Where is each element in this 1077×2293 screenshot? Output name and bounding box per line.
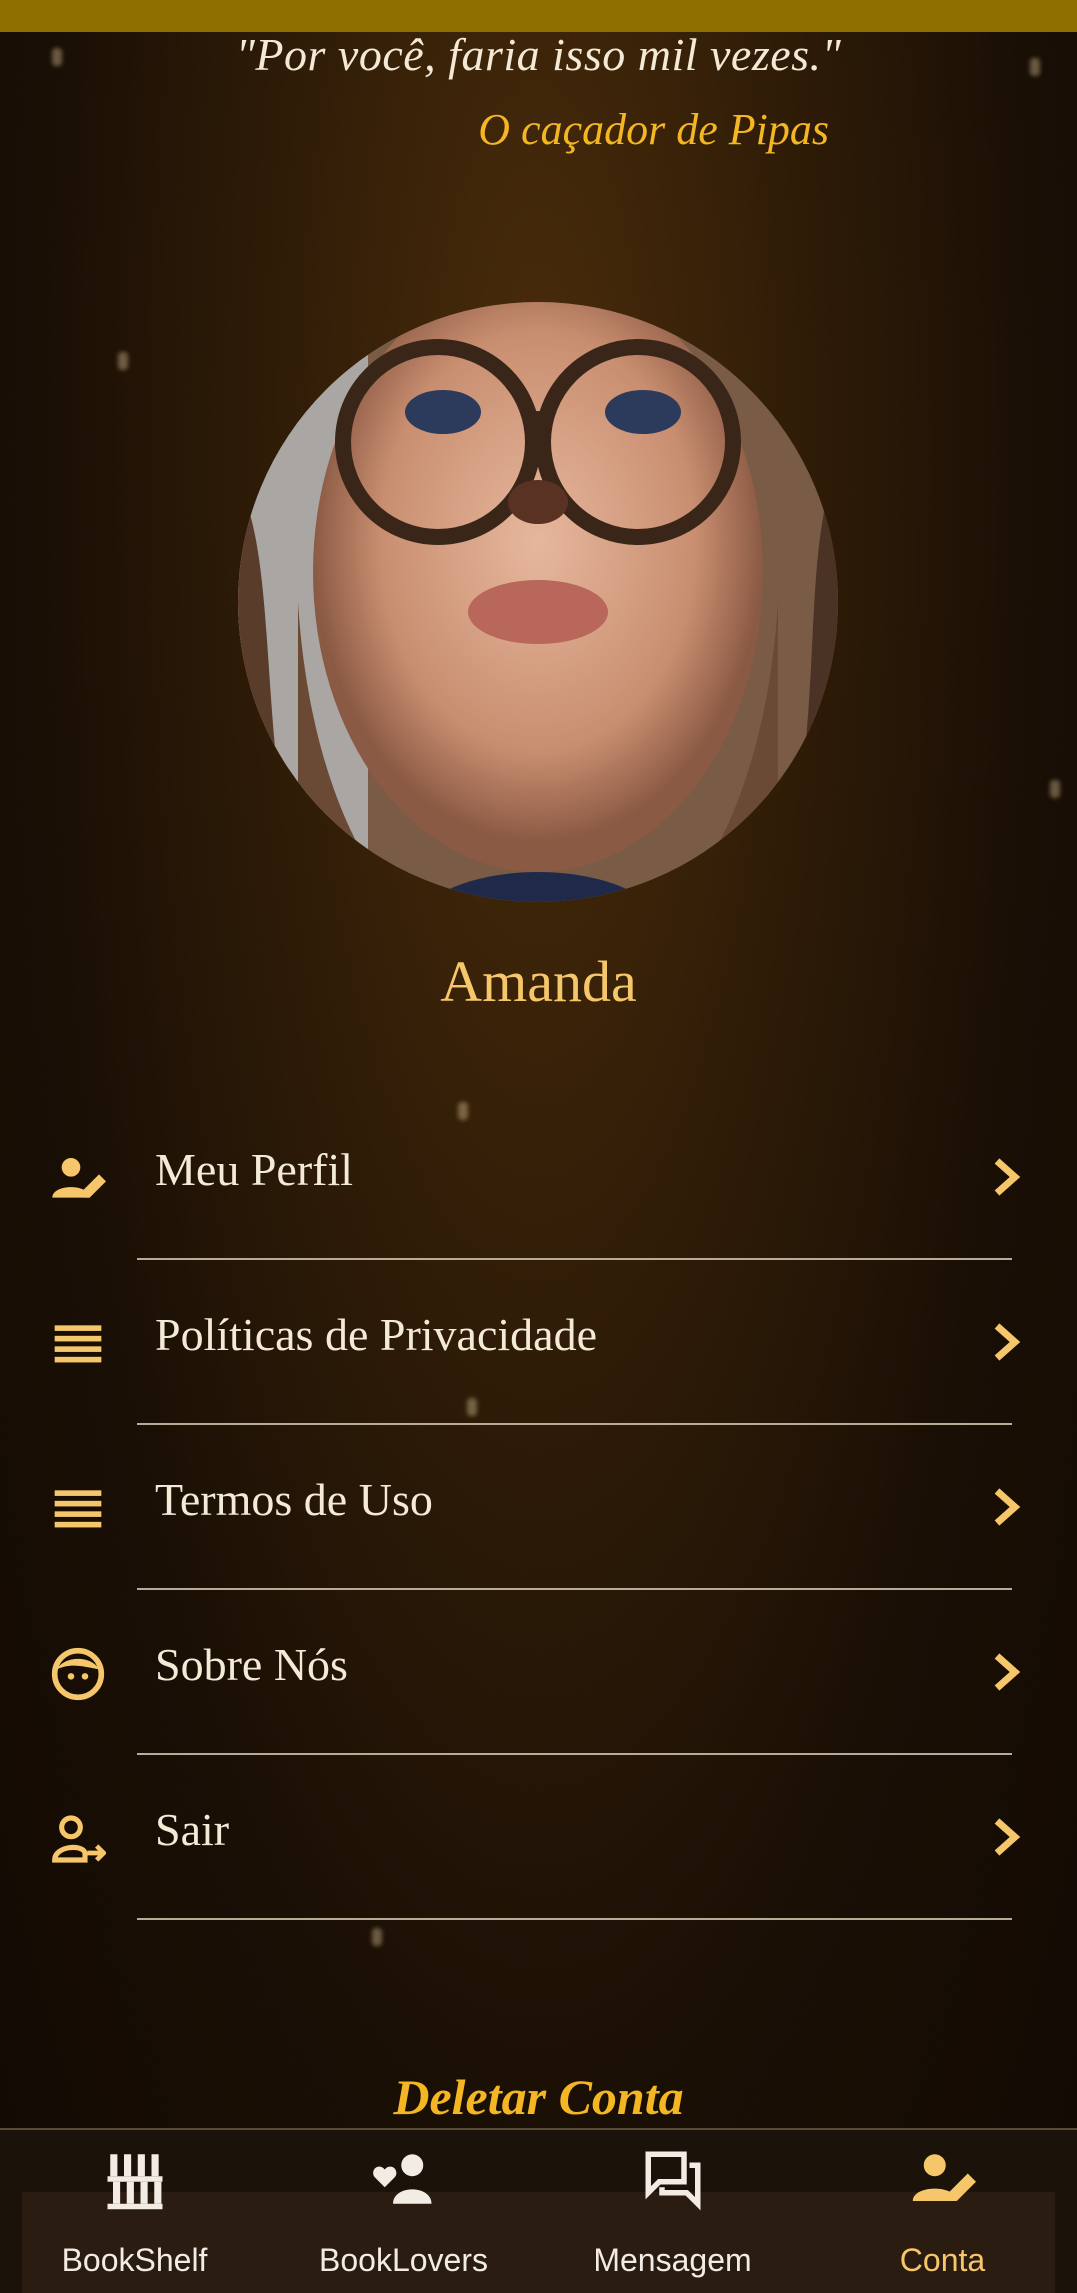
nav-label: Mensagem bbox=[593, 2242, 752, 2278]
menu-item-label: Sobre Nós bbox=[155, 1639, 348, 1690]
divider bbox=[137, 1918, 1012, 1920]
user-name: Amanda bbox=[440, 949, 637, 1014]
menu-item-sair[interactable]: Sair bbox=[0, 1755, 1077, 1920]
menu-item-meu-perfil[interactable]: Meu Perfil bbox=[0, 1095, 1077, 1260]
chevron-right-icon bbox=[989, 1817, 1025, 1857]
person-logout-icon bbox=[50, 1811, 106, 1867]
profile-photo bbox=[238, 302, 838, 902]
bottom-navigation: BookShelf BookLovers Mensagem Conta bbox=[0, 2128, 1077, 2293]
background-sparkle bbox=[1050, 780, 1060, 798]
person-edit-icon bbox=[908, 2146, 978, 2212]
lines-icon bbox=[50, 1481, 106, 1537]
quote-text: "Por você, faria isso mil vezes." bbox=[235, 29, 842, 80]
nav-label: BookShelf bbox=[61, 2242, 208, 2278]
chevron-right-icon bbox=[989, 1322, 1025, 1362]
menu-item-label: Sair bbox=[155, 1804, 230, 1855]
menu-item-label: Políticas de Privacidade bbox=[155, 1309, 597, 1360]
quote-author: O caçador de Pipas bbox=[478, 105, 829, 154]
menu-item-label: Termos de Uso bbox=[155, 1474, 433, 1525]
bookshelf-icon bbox=[100, 2146, 170, 2212]
menu-item-label: Meu Perfil bbox=[155, 1144, 354, 1195]
delete-account-button[interactable]: Deletar Conta bbox=[0, 2068, 1077, 2126]
chevron-right-icon bbox=[989, 1157, 1025, 1197]
menu-item-sobre-nos[interactable]: Sobre Nós bbox=[0, 1590, 1077, 1755]
nav-item-conta[interactable]: Conta bbox=[808, 2130, 1077, 2293]
lines-icon bbox=[50, 1316, 106, 1372]
person-edit-icon bbox=[50, 1151, 106, 1207]
nav-item-booklovers[interactable]: BookLovers bbox=[269, 2130, 538, 2293]
avatar[interactable] bbox=[238, 302, 838, 902]
people-heart-icon bbox=[369, 2146, 439, 2212]
face-icon bbox=[50, 1646, 106, 1702]
menu-item-termos-de-uso[interactable]: Termos de Uso bbox=[0, 1425, 1077, 1590]
nav-label: BookLovers bbox=[319, 2242, 488, 2278]
background-sparkle bbox=[118, 352, 128, 370]
menu-item-politicas-de-privacidade[interactable]: Políticas de Privacidade bbox=[0, 1260, 1077, 1425]
account-menu: Meu Perfil Políticas de Privacidade Term… bbox=[0, 1095, 1077, 1920]
nav-label: Conta bbox=[899, 2242, 986, 2278]
nav-item-mensagem[interactable]: Mensagem bbox=[538, 2130, 807, 2293]
chevron-right-icon bbox=[989, 1652, 1025, 1692]
chevron-right-icon bbox=[989, 1487, 1025, 1527]
nav-item-bookshelf[interactable]: BookShelf bbox=[0, 2130, 269, 2293]
background-sparkle bbox=[372, 1928, 382, 1946]
chat-icon bbox=[638, 2146, 708, 2212]
